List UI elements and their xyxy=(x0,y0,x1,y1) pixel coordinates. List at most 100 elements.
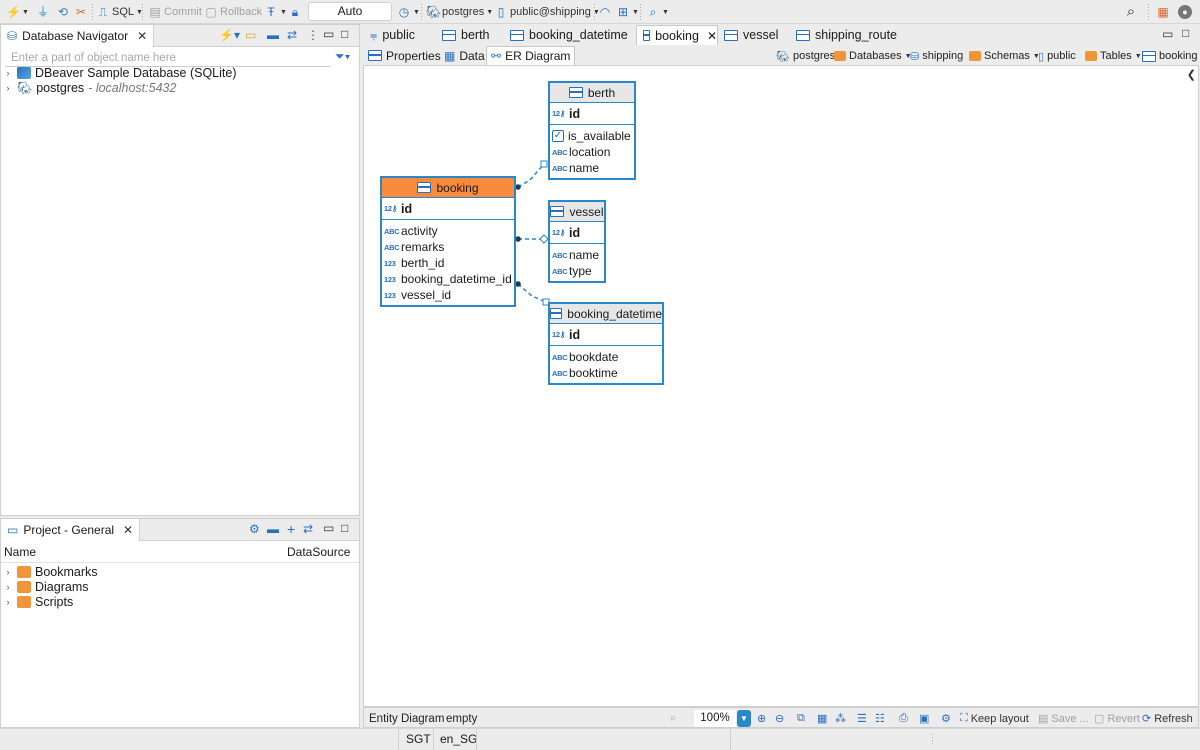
entity-column[interactable]: ABC remarks xyxy=(382,239,514,255)
entity-column[interactable]: ✓ is_available xyxy=(550,128,634,144)
booking-datetime-link[interactable] xyxy=(517,283,547,303)
close-icon[interactable]: ✕ xyxy=(707,29,717,43)
breadcrumb-database[interactable]: ⛁ shipping xyxy=(910,48,963,64)
close-icon[interactable]: ✕ xyxy=(123,523,133,537)
minimize-icon[interactable]: ▭ xyxy=(323,27,334,41)
entity-column[interactable]: ABC activity xyxy=(382,223,514,239)
active-connection-selector[interactable]: 🐘︎ postgres ▼ xyxy=(426,3,493,21)
attributes-icon[interactable]: ☷ xyxy=(875,710,885,727)
tasks-button[interactable]: ⊞ ▼ xyxy=(616,3,639,21)
tree-item-scripts[interactable]: › Scripts xyxy=(3,594,74,610)
entity-column[interactable]: 123 vessel_id xyxy=(382,287,514,303)
arrange-icon[interactable]: ⁂ xyxy=(835,710,846,727)
dashboard-button[interactable]: ◠ xyxy=(598,3,612,21)
invalidate-button[interactable]: ⟲ xyxy=(56,3,70,21)
add-icon[interactable]: + xyxy=(287,521,295,537)
entity-primary-key[interactable]: 12⚷ id xyxy=(550,222,604,244)
zoom-field[interactable]: 100% xyxy=(694,710,736,727)
folder-icon[interactable]: ▭ xyxy=(245,28,256,42)
entity-booking-datetime[interactable]: booking_datetime 12⚷ id ABC bookdate ABC bo… xyxy=(548,302,664,385)
commit-button[interactable]: ▤ Commit xyxy=(148,3,202,21)
breadcrumb-connection[interactable]: 🐘︎ postgres xyxy=(776,48,835,64)
column-header-datasource[interactable]: DataSource xyxy=(287,545,350,559)
breadcrumb-databases[interactable]: Databases ▼ xyxy=(834,48,912,64)
maximize-icon[interactable]: □ xyxy=(341,521,348,535)
print-icon[interactable]: ⎙ xyxy=(899,710,908,727)
tab-project-general[interactable]: ▭ Project - General ✕ xyxy=(1,519,141,541)
tree-item-sqlite[interactable]: › DBeaver Sample Database (SQLite) xyxy=(3,65,237,81)
er-diagram-canvas[interactable]: ❮ booking 12⚷ id ABC activity ABC remarks 1… xyxy=(363,65,1199,707)
tree-item-bookmarks[interactable]: › Bookmarks xyxy=(3,564,98,580)
chevron-right-icon[interactable]: › xyxy=(3,597,13,607)
maximize-icon[interactable]: □ xyxy=(1182,26,1189,40)
subtab-data[interactable]: ▦ Data xyxy=(440,46,489,65)
close-icon[interactable]: ✕ xyxy=(137,29,147,43)
settings-icon[interactable]: ⚙ xyxy=(941,710,951,727)
search-button[interactable]: ⌕ ▼ xyxy=(646,3,669,21)
perspective-button[interactable]: ▦ xyxy=(1156,3,1170,21)
breadcrumb-schemas[interactable]: Schemas ▼ xyxy=(969,48,1040,64)
entity-primary-key[interactable]: 12⚷ id xyxy=(550,103,634,125)
zoom-search-icon[interactable]: ⌕ xyxy=(670,710,676,727)
save-button[interactable]: ▤ Save ... xyxy=(1038,710,1089,727)
tab-booking-datetime[interactable]: booking_datetime xyxy=(504,25,636,45)
entity-column[interactable]: 123 booking_datetime_id xyxy=(382,271,514,287)
chevron-right-icon[interactable]: › xyxy=(3,68,13,78)
global-search-button[interactable]: ⌕ xyxy=(1124,3,1138,21)
entity-header[interactable]: booking_datetime xyxy=(550,304,662,324)
entity-primary-key[interactable]: 12⚷ id xyxy=(382,198,514,220)
entity-vessel[interactable]: vessel 12⚷ id ABC name ABC type xyxy=(548,200,606,283)
notes-icon[interactable]: ☰ xyxy=(857,710,867,727)
entity-booking[interactable]: booking 12⚷ id ABC activity ABC remarks 123… xyxy=(380,176,516,307)
minimize-icon[interactable]: ▭ xyxy=(1162,27,1173,41)
rollback-button[interactable]: ▢ Rollback xyxy=(204,3,262,21)
entity-column[interactable]: ABC name xyxy=(550,247,604,263)
sql-editor-button[interactable]: ⎍ SQL ▼ xyxy=(96,3,143,21)
collapse-all-icon[interactable]: ▬ xyxy=(267,522,279,536)
entity-header[interactable]: berth xyxy=(550,83,634,103)
link-editor-icon[interactable]: ⇄ xyxy=(303,522,313,536)
subtab-properties[interactable]: Properties xyxy=(364,46,445,65)
keep-layout-button[interactable]: ⛶ Keep layout xyxy=(960,710,1029,727)
zoom-dropdown-icon[interactable]: ▼ xyxy=(737,710,751,727)
tab-berth[interactable]: berth xyxy=(436,25,504,45)
grid-icon[interactable]: ▦ xyxy=(817,710,827,727)
collapse-all-icon[interactable]: ▬ xyxy=(267,28,279,42)
chevron-right-icon[interactable]: › xyxy=(3,567,13,577)
entity-berth[interactable]: berth 12⚷ id ✓ is_available ABC location AB… xyxy=(548,81,636,180)
tab-booking[interactable]: booking ✕ xyxy=(636,25,718,45)
entity-column[interactable]: ABC type xyxy=(550,263,604,279)
layout-icon[interactable]: ⧉ xyxy=(797,710,805,727)
gear-icon[interactable]: ⚙ xyxy=(249,522,260,536)
history-button[interactable]: ◷ ▼ xyxy=(397,3,420,21)
column-header-name[interactable]: Name xyxy=(4,545,36,559)
entity-header[interactable]: vessel xyxy=(550,202,604,222)
breadcrumb-table[interactable]: booking xyxy=(1142,48,1198,64)
minimize-icon[interactable]: ▭ xyxy=(323,521,334,535)
entity-primary-key[interactable]: 12⚷ id xyxy=(550,324,662,346)
disconnect-button[interactable]: ✂ xyxy=(74,3,88,21)
tab-vessel[interactable]: vessel xyxy=(718,25,790,45)
tab-shipping-route[interactable]: shipping_route xyxy=(790,25,910,45)
tree-item-diagrams[interactable]: › Diagrams xyxy=(3,579,89,595)
filter-icon[interactable]: ⏷▾ xyxy=(335,49,350,64)
zoom-in-icon[interactable]: ⊕ xyxy=(757,710,766,727)
chevron-right-icon[interactable]: › xyxy=(3,83,13,93)
breadcrumb-tables[interactable]: Tables ▼ xyxy=(1085,48,1142,64)
tab-database-navigator[interactable]: ⛁ Database Navigator ✕ xyxy=(1,25,155,47)
entity-column[interactable]: 123 berth_id xyxy=(382,255,514,271)
entity-column[interactable]: ABC bookdate xyxy=(550,349,662,365)
export-image-icon[interactable]: ▣ xyxy=(919,710,929,727)
entity-column[interactable]: ABC location xyxy=(550,144,634,160)
active-schema-selector[interactable]: ▯ public@shipping ▼ xyxy=(494,3,600,21)
tab-public[interactable]: ⩦ public xyxy=(364,25,436,45)
zoom-out-icon[interactable]: ⊖ xyxy=(775,710,784,727)
breadcrumb-schema[interactable]: ▯ public xyxy=(1038,48,1076,64)
new-connection-icon[interactable]: ⚡▾ xyxy=(219,28,240,42)
user-avatar-button[interactable]: ● xyxy=(1178,3,1192,21)
entity-header[interactable]: booking xyxy=(382,178,514,198)
booking-berth-link[interactable] xyxy=(517,163,545,188)
subtab-er-diagram[interactable]: ⚯ ER Diagram xyxy=(486,46,576,65)
transaction-mode-field[interactable]: Auto xyxy=(308,2,392,21)
link-editor-icon[interactable]: ⇄ xyxy=(287,28,297,42)
